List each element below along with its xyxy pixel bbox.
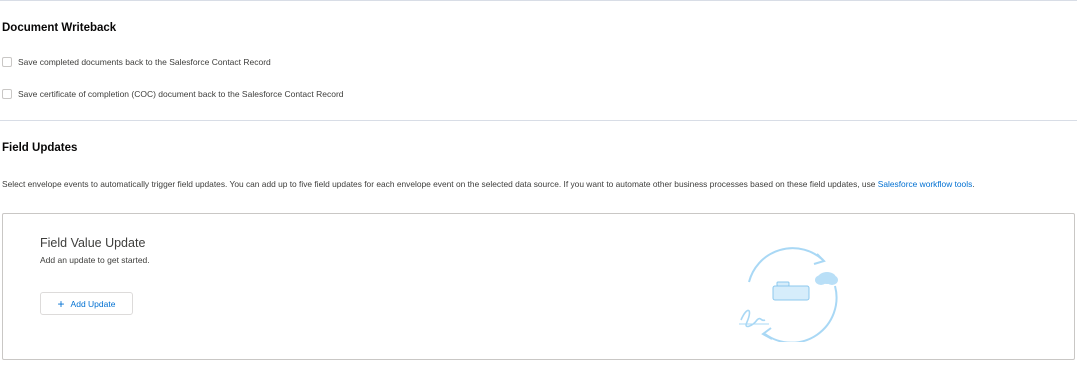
save-coc-label: Save certificate of completion (COC) doc… (18, 89, 344, 99)
section-divider (0, 120, 1077, 121)
add-update-label: Add Update (70, 298, 116, 309)
plus-icon: + (57, 296, 65, 311)
field-updates-title: Field Updates (2, 142, 78, 154)
field-value-update-card: Field Value Update Add an update to get … (2, 213, 1075, 360)
save-completed-docs-label: Save completed documents back to the Sal… (18, 57, 271, 67)
save-completed-docs-checkbox[interactable] (2, 57, 12, 67)
card-title: Field Value Update (40, 236, 146, 250)
field-updates-description: Select envelope events to automatically … (2, 177, 1072, 191)
sync-cloud-illustration (739, 247, 838, 342)
save-completed-docs-option[interactable]: Save completed documents back to the Sal… (2, 57, 271, 67)
top-divider (0, 0, 1077, 1)
salesforce-workflow-tools-link[interactable]: Salesforce workflow tools (878, 179, 973, 189)
description-text: Select envelope events to automatically … (2, 179, 876, 189)
save-coc-option[interactable]: Save certificate of completion (COC) doc… (2, 89, 344, 99)
description-end: . (972, 179, 975, 189)
save-coc-checkbox[interactable] (2, 89, 12, 99)
card-subtitle: Add an update to get started. (40, 255, 150, 265)
document-writeback-title: Document Writeback (2, 22, 117, 34)
add-update-button[interactable]: + Add Update (40, 292, 133, 315)
